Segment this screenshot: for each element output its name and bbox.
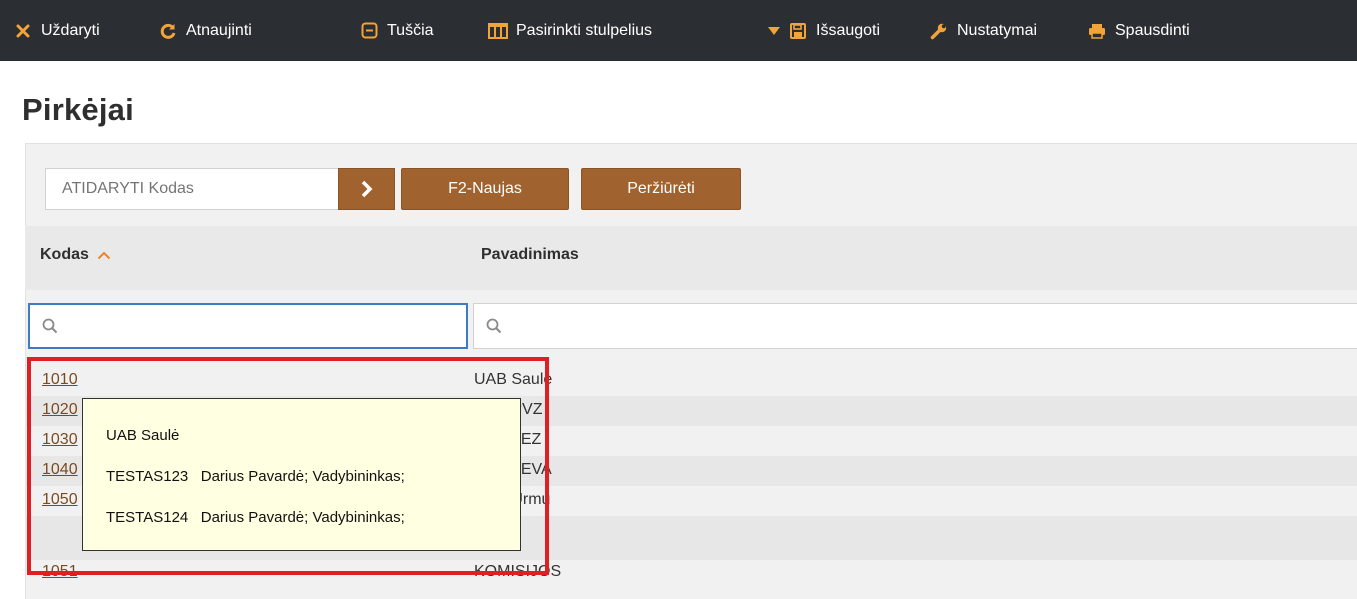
caret-down-icon	[764, 21, 784, 41]
save-icon	[788, 21, 808, 41]
search-icon	[42, 318, 58, 334]
columns-icon	[488, 21, 508, 41]
sort-ascending-icon	[97, 251, 111, 260]
close-icon	[13, 21, 33, 41]
column-header-code-label: Kodas	[40, 246, 89, 263]
search-icon	[486, 318, 502, 334]
top-toolbar: Uždaryti Atnaujinti Tuščia Pasirinkti st…	[0, 0, 1357, 61]
refresh-button[interactable]: Atnaujinti	[158, 0, 252, 61]
column-header-name[interactable]: Pavadinimas	[481, 246, 579, 264]
print-label: Spausdinti	[1115, 21, 1190, 39]
open-go-button[interactable]	[338, 168, 395, 210]
choose-columns-button[interactable]: Pasirinkti stulpelius	[488, 0, 652, 61]
view-button[interactable]: Peržiūrėti	[581, 168, 741, 210]
column-header-name-label: Pavadinimas	[481, 246, 579, 263]
print-icon	[1087, 21, 1107, 41]
empty-icon	[359, 21, 379, 41]
close-label: Uždaryti	[41, 21, 100, 39]
table-header	[25, 226, 1357, 290]
save-label: Išsaugoti	[816, 21, 881, 39]
open-code-input[interactable]	[45, 168, 338, 210]
close-button[interactable]: Uždaryti	[13, 0, 100, 61]
highlight-box	[27, 357, 549, 575]
column-header-code[interactable]: Kodas	[40, 246, 111, 264]
name-filter-input[interactable]	[473, 303, 1357, 349]
wrench-icon	[929, 21, 949, 41]
choose-columns-label: Pasirinkti stulpelius	[516, 21, 653, 39]
code-filter-input[interactable]	[28, 303, 468, 349]
print-button[interactable]: Spausdinti	[1087, 0, 1190, 61]
refresh-icon	[158, 21, 178, 41]
page-title: Pirkėjai	[22, 92, 134, 127]
new-button[interactable]: F2-Naujas	[401, 168, 569, 210]
refresh-label: Atnaujinti	[186, 21, 252, 39]
save-dropdown-toggle[interactable]	[764, 0, 784, 61]
empty-label: Tuščia	[387, 21, 434, 39]
save-button[interactable]: Išsaugoti	[788, 0, 880, 61]
settings-label: Nustatymai	[957, 21, 1038, 39]
empty-button[interactable]: Tuščia	[359, 0, 434, 61]
settings-button[interactable]: Nustatymai	[929, 0, 1037, 61]
chevron-right-icon	[360, 180, 374, 198]
